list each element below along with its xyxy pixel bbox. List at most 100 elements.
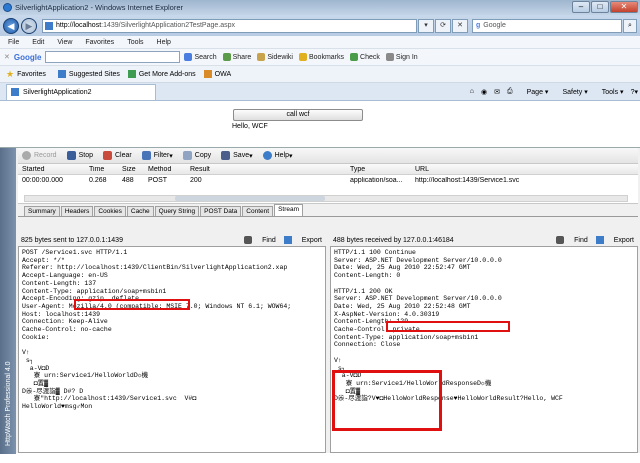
grid-header: Started Time Size Method Result Type URL xyxy=(18,164,638,175)
response-content-type-highlight xyxy=(386,321,510,332)
menu-tools[interactable]: Tools xyxy=(127,39,143,46)
tab-query-string[interactable]: Query String xyxy=(154,206,200,216)
request-grid: Started Time Size Method Result Type URL… xyxy=(18,164,638,204)
cmd-tools[interactable]: Tools ▾ xyxy=(595,88,624,96)
tab-row: SilverlightApplication2 ⌂ ◉ ✉ ⎙ Page ▾ S… xyxy=(0,83,640,101)
tab-cookies[interactable]: Cookies xyxy=(94,206,126,216)
filter-button[interactable]: Filter ▾ xyxy=(141,151,173,160)
sign-in-button[interactable]: Sign In xyxy=(385,53,418,61)
home-icon[interactable]: ⌂ xyxy=(470,88,474,95)
clear-icon xyxy=(102,151,112,160)
response-export-button[interactable]: Export xyxy=(595,236,634,244)
browser-tab[interactable]: SilverlightApplication2 xyxy=(6,83,156,100)
col-result[interactable]: Result xyxy=(186,166,346,173)
bookmarks-button[interactable]: Bookmarks xyxy=(299,53,344,61)
clear-button[interactable]: Clear xyxy=(102,151,132,160)
fav-owa[interactable]: OWA xyxy=(203,70,231,78)
search-icon xyxy=(184,53,193,61)
save-button[interactable]: Save ▾ xyxy=(221,151,253,160)
mail-icon[interactable]: ✉ xyxy=(494,88,500,96)
request-find-button[interactable]: Find xyxy=(244,236,276,244)
copy-button[interactable]: Copy xyxy=(182,151,211,160)
sidewiki-icon xyxy=(257,53,266,61)
tab-content[interactable]: Content xyxy=(242,206,274,216)
cell-type: application/soa... xyxy=(350,177,403,184)
scrollbar-thumb[interactable] xyxy=(175,196,325,201)
sidewiki-button[interactable]: Sidewiki xyxy=(257,53,293,61)
cmd-safety[interactable]: Safety ▾ xyxy=(555,88,587,96)
back-button[interactable]: ◀ xyxy=(3,17,19,34)
request-stream-text[interactable]: POST /Service1.svc HTTP/1.1 Accept: */* … xyxy=(18,246,326,453)
col-url[interactable]: URL xyxy=(411,166,638,173)
search-input[interactable]: g Google xyxy=(472,18,622,33)
tab-cache[interactable]: Cache xyxy=(126,206,154,216)
hello-message: Hello, WCF xyxy=(232,123,268,130)
copy-icon xyxy=(182,151,192,160)
binoculars-icon xyxy=(556,236,565,244)
stop-icon xyxy=(66,151,76,160)
fav-get-more-addons[interactable]: Get More Add-ons xyxy=(127,70,196,78)
fav-suggested-sites[interactable]: Suggested Sites xyxy=(57,70,120,78)
cell-started: 00:00:00.000 xyxy=(22,177,63,184)
grid-horizontal-scrollbar[interactable] xyxy=(24,195,628,202)
feeds-icon[interactable]: ◉ xyxy=(481,88,487,96)
compatibility-view-icon[interactable]: ▾ xyxy=(418,18,434,33)
col-time[interactable]: Time xyxy=(85,166,118,173)
refresh-icon[interactable]: ⟳ xyxy=(435,18,451,33)
request-bytes-label: 825 bytes sent to 127.0.0.1:1439 xyxy=(21,236,123,244)
menu-edit[interactable]: Edit xyxy=(32,39,44,46)
request-content-type-highlight xyxy=(74,299,190,310)
menu-favorites[interactable]: Favorites xyxy=(85,39,114,46)
favorites-bar: ★ Favorites Suggested Sites Get More Add… xyxy=(0,66,640,83)
search-magnifier-icon[interactable]: ⌕ xyxy=(623,18,637,33)
address-row: ◀ ▶ http://localhost:1439/SilverlightApp… xyxy=(0,15,640,36)
address-path: :1439/SilverlightApplication2TestPage.as… xyxy=(101,22,236,29)
help-button[interactable]: Help ▾ xyxy=(262,151,293,160)
record-button[interactable]: Record xyxy=(22,151,57,160)
menu-view[interactable]: View xyxy=(57,39,72,46)
tab-favicon-icon xyxy=(11,88,19,96)
detail-tabs: Summary Headers Cookies Cache Query Stri… xyxy=(18,204,638,217)
menu-file[interactable]: File xyxy=(8,39,19,46)
share-icon xyxy=(222,53,231,61)
tab-headers[interactable]: Headers xyxy=(60,206,94,216)
address-bar[interactable]: http://localhost:1439/SilverlightApplica… xyxy=(42,18,417,33)
tab-post-data[interactable]: POST Data xyxy=(200,206,242,216)
tab-stream[interactable]: Stream xyxy=(274,204,304,216)
bookmark-star-icon xyxy=(299,53,307,61)
address-host: http://localhost xyxy=(56,22,102,29)
toolbar-close-icon[interactable]: ✕ xyxy=(4,53,10,61)
check-button[interactable]: Check xyxy=(350,53,380,61)
close-button[interactable]: ✕ xyxy=(610,1,638,13)
google-search-input[interactable] xyxy=(45,51,181,63)
call-wcf-button[interactable]: call wcf xyxy=(233,109,363,121)
stop-button[interactable]: Stop xyxy=(66,151,93,160)
col-method[interactable]: Method xyxy=(144,166,186,173)
menu-bar: File Edit View Favorites Tools Help xyxy=(0,36,640,49)
forward-button[interactable]: ▶ xyxy=(21,17,37,34)
response-stream-text[interactable]: HTTP/1.1 100 Continue Server: ASP.NET De… xyxy=(330,246,638,453)
cell-result: 200 xyxy=(190,177,202,184)
favorites-button[interactable]: Favorites xyxy=(17,71,46,78)
request-pane-header: 825 bytes sent to 127.0.0.1:1439 Find Ex… xyxy=(18,234,326,246)
window-title: SilverlightApplication2 - Windows Intern… xyxy=(15,3,183,12)
share-button[interactable]: Share xyxy=(222,53,251,61)
export-icon xyxy=(283,236,292,244)
minimize-button[interactable]: – xyxy=(572,1,590,13)
table-row[interactable]: 00:00:00.000 0.268 488 POST 200 applicat… xyxy=(18,175,638,186)
httpwatch-panel: HttpWatch Professional 4.0 Record Stop C… xyxy=(0,147,640,454)
help-icon[interactable]: ?▾ xyxy=(631,88,638,96)
print-icon[interactable]: ⎙ xyxy=(507,88,513,96)
menu-help[interactable]: Help xyxy=(157,39,171,46)
google-search-button[interactable]: Search xyxy=(184,53,217,61)
col-size[interactable]: Size xyxy=(118,166,144,173)
record-icon xyxy=(22,151,31,160)
stop-icon[interactable]: ✕ xyxy=(452,18,468,33)
response-find-button[interactable]: Find xyxy=(556,236,588,244)
col-type[interactable]: Type xyxy=(346,166,411,173)
request-export-button[interactable]: Export xyxy=(283,236,322,244)
cmd-page[interactable]: Page ▾ xyxy=(520,88,549,96)
maximize-button[interactable]: □ xyxy=(591,1,609,13)
tab-summary[interactable]: Summary xyxy=(24,206,60,216)
col-started[interactable]: Started xyxy=(18,166,85,173)
